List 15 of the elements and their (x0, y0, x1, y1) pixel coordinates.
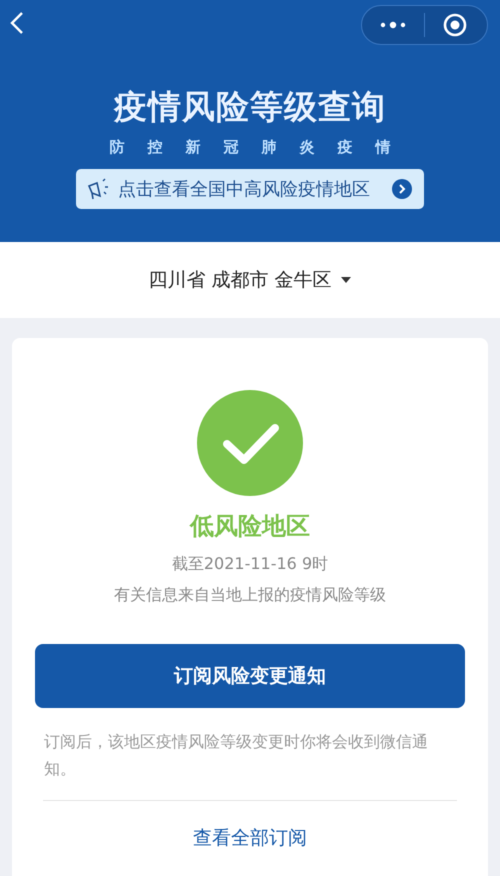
more-icon[interactable] (380, 21, 406, 29)
chevron-right-icon (392, 179, 412, 199)
source-note: 有关信息来自当地上报的疫情风险等级 (114, 585, 386, 606)
update-time: 截至2021-11-16 9时 (172, 554, 328, 575)
risk-level: 低风险地区 (190, 511, 310, 542)
back-icon[interactable] (10, 11, 24, 35)
caret-icon (340, 276, 352, 284)
region-selector[interactable]: 四川省 成都市 金牛区 (144, 263, 356, 297)
page-subtitle: 防控新冠肺炎疫情 (110, 138, 414, 157)
page-title: 疫情风险等级查询 (114, 86, 386, 128)
view-all-link[interactable]: 查看全部订阅 (193, 825, 307, 851)
notice-banner[interactable]: 点击查看全国中高风险疫情地区 (76, 169, 424, 209)
subscribe-note: 订阅后，该地区疫情风险等级变更时你将会收到微信通知。 (44, 731, 429, 780)
subscribe-button[interactable]: 订阅风险变更通知 (35, 644, 465, 708)
close-icon[interactable] (443, 13, 467, 37)
